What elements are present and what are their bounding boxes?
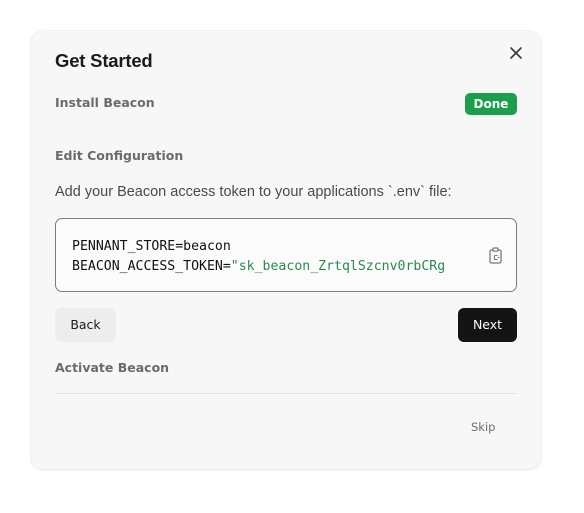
skip-button[interactable]: Skip	[471, 420, 495, 434]
step-install-beacon-label: Install Beacon	[55, 95, 155, 110]
env-code-text: PENNANT_STORE=beacon BEACON_ACCESS_TOKEN…	[72, 237, 464, 277]
clipboard-copy-icon[interactable]	[488, 247, 504, 265]
back-button[interactable]: Back	[55, 308, 116, 342]
dialog-title: Get Started	[55, 50, 153, 71]
divider	[55, 393, 517, 394]
env-code-block: PENNANT_STORE=beacon BEACON_ACCESS_TOKEN…	[55, 218, 517, 292]
close-icon[interactable]	[509, 46, 523, 60]
code-line-access-token-value: "sk_beacon_ZrtqlSzcnv0rbCRg	[230, 259, 446, 274]
config-description: Add your Beacon access token to your app…	[55, 184, 452, 200]
step-activate-beacon-label: Activate Beacon	[55, 360, 170, 375]
next-button[interactable]: Next	[458, 308, 517, 342]
get-started-dialog: Get Started Install Beacon Done Edit Con…	[31, 31, 541, 469]
code-line-pennant-store: PENNANT_STORE=beacon	[72, 239, 231, 254]
step-edit-configuration-label: Edit Configuration	[55, 148, 184, 163]
code-line-access-token-key: BEACON_ACCESS_TOKEN=	[72, 259, 231, 274]
status-badge-done: Done	[465, 93, 517, 115]
